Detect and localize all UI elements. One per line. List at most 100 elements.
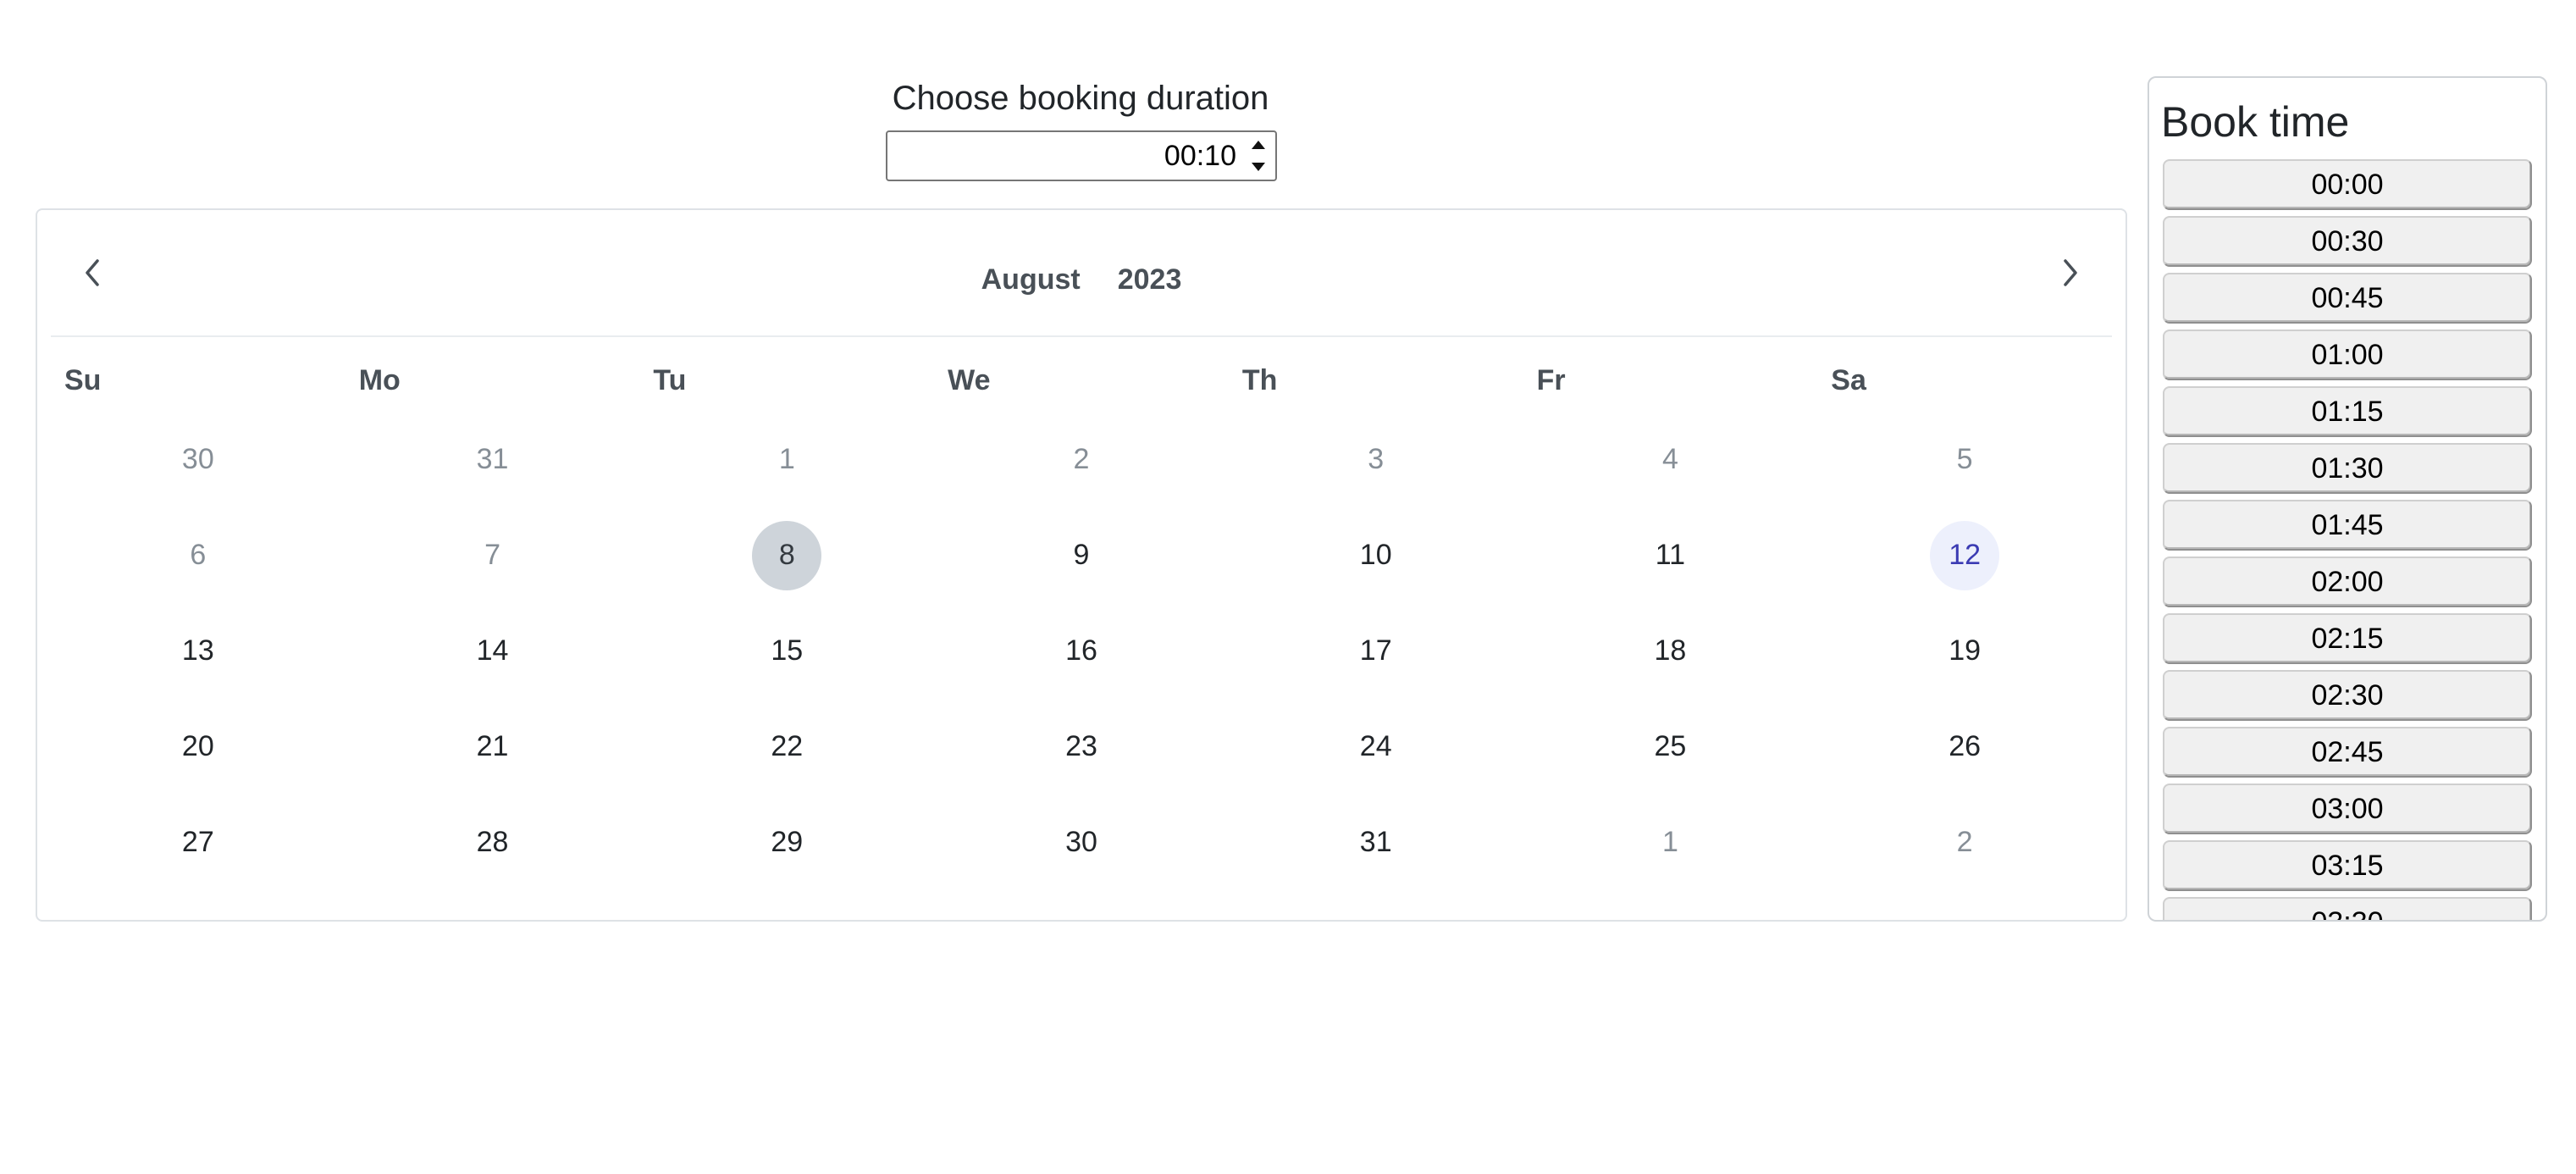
calendar-day-number: 30 (1065, 826, 1097, 858)
time-slot-button[interactable]: 03:15 (2163, 840, 2532, 891)
time-slot-button[interactable]: 01:15 (2163, 386, 2532, 437)
calendar-day[interactable]: 12 (1817, 507, 2112, 603)
calendar-day-number: 12 (1930, 520, 2000, 590)
duration-spinner[interactable] (1247, 136, 1270, 176)
weekday-label: Sa (1831, 364, 1866, 396)
calendar-day-number: 7 (484, 539, 501, 571)
month-year-label: August 2023 (51, 263, 2112, 296)
calendar-day-number: 17 (1359, 634, 1392, 667)
calendar-day[interactable]: 18 (1523, 603, 1818, 699)
calendar-day-number: 1 (778, 443, 795, 475)
calendar-day[interactable]: 22 (639, 699, 934, 795)
calendar-day-number: 16 (1065, 634, 1097, 667)
duration-input[interactable] (887, 132, 1243, 180)
calendar-day[interactable]: 7 (345, 507, 640, 603)
calendar-day[interactable]: 20 (51, 699, 345, 795)
calendar-day[interactable]: 13 (51, 603, 345, 699)
calendar-day-number: 30 (181, 443, 214, 475)
time-slot-button[interactable]: 03:00 (2163, 784, 2532, 834)
calendar-day-number: 4 (1661, 443, 1678, 475)
calendar-day[interactable]: 28 (345, 795, 640, 890)
time-slot-button[interactable]: 02:45 (2163, 727, 2532, 778)
calendar-day-number: 5 (1956, 443, 1973, 475)
calendar-day-number: 2 (1956, 826, 1973, 858)
calendar-day-number: 14 (476, 634, 509, 667)
calendar-day-number: 13 (181, 634, 214, 667)
calendar-day-number: 1 (1661, 826, 1678, 858)
calendar-day[interactable]: 17 (1229, 603, 1523, 699)
calendar-day-number: 15 (771, 634, 804, 667)
calendar-day[interactable]: 8 (639, 507, 934, 603)
time-slot-button[interactable]: 03:30 (2163, 897, 2532, 920)
time-slot-list[interactable]: 00:00 00:30 00:45 01:00 01:15 01:30 01:45 02:00… (2163, 159, 2532, 920)
calendar-day-number: 25 (1654, 730, 1687, 762)
duration-section: Choose booking duration (886, 75, 1275, 122)
chevron-right-icon (2064, 259, 2077, 286)
calendar-day[interactable]: 4 (1523, 412, 1818, 507)
calendar-day-number: 18 (1654, 634, 1687, 667)
weekday-label: Tu (653, 364, 687, 396)
calendar-day[interactable]: 9 (934, 507, 1229, 603)
days-grid: 30 31 1 2 3 4 5 6 7 8 9 10 11 12 13 14 15 16 17 18 19 20 21 22 2… (51, 412, 2112, 890)
time-slot-button[interactable]: 00:45 (2163, 273, 2532, 324)
month-label[interactable]: August (981, 263, 1081, 296)
spinner-up-button[interactable] (1247, 136, 1270, 154)
book-time-title: Book time (2161, 98, 2350, 146)
weekday-label: Th (1241, 364, 1278, 396)
spinner-down-button[interactable] (1247, 158, 1270, 176)
calendar-day-number: 23 (1065, 730, 1097, 762)
time-slot-button[interactable]: 00:30 (2163, 216, 2532, 267)
calendar-day-number: 2 (1073, 443, 1090, 475)
calendar-day-number: 24 (1359, 730, 1392, 762)
calendar-day[interactable]: 19 (1817, 603, 2112, 699)
weekday-label: Fr (1536, 364, 1566, 396)
time-slot-button[interactable]: 01:00 (2163, 329, 2532, 380)
calendar-day-number: 26 (1949, 730, 1982, 762)
calendar-day[interactable]: 5 (1817, 412, 2112, 507)
time-slot-button[interactable]: 01:30 (2163, 443, 2532, 494)
calendar-day-number: 21 (476, 730, 509, 762)
calendar-day-number: 28 (476, 826, 509, 858)
calendar-day[interactable]: 26 (1817, 699, 2112, 795)
calendar-day-number: 31 (476, 443, 509, 475)
time-slot-button[interactable]: 02:00 (2163, 557, 2532, 607)
calendar-day[interactable]: 30 (51, 412, 345, 507)
calendar-day[interactable]: 23 (934, 699, 1229, 795)
calendar-day-number: 8 (752, 520, 822, 590)
calendar-day-number: 3 (1368, 443, 1385, 475)
calendar-day[interactable]: 16 (934, 603, 1229, 699)
calendar-day[interactable]: 31 (345, 412, 640, 507)
book-time-panel[interactable]: Book time 00:00 00:30 00:45 01:00 01:15 01:30… (2148, 76, 2547, 922)
time-slot-button[interactable]: 02:15 (2163, 613, 2532, 664)
calendar-day[interactable]: 31 (1229, 795, 1523, 890)
calendar-day[interactable]: 2 (934, 412, 1229, 507)
calendar-day-number: 27 (181, 826, 214, 858)
duration-field[interactable] (886, 130, 1277, 181)
time-slot-button[interactable]: 00:00 (2163, 159, 2532, 210)
calendar-day[interactable]: 11 (1523, 507, 1818, 603)
caret-up-icon (1252, 141, 1265, 149)
time-slot-button[interactable]: 01:45 (2163, 500, 2532, 551)
calendar-day[interactable]: 10 (1229, 507, 1523, 603)
calendar-day-number: 22 (771, 730, 804, 762)
weekday-label: Su (64, 364, 102, 396)
calendar-day[interactable]: 24 (1229, 699, 1523, 795)
year-label[interactable]: 2023 (1118, 263, 1182, 296)
calendar-day[interactable]: 1 (639, 412, 934, 507)
calendar-day[interactable]: 1 (1523, 795, 1818, 890)
calendar-day[interactable]: 3 (1229, 412, 1523, 507)
calendar-day[interactable]: 27 (51, 795, 345, 890)
calendar-day-number: 6 (190, 539, 207, 571)
time-slot-button[interactable]: 02:30 (2163, 670, 2532, 721)
calendar-day[interactable]: 21 (345, 699, 640, 795)
calendar-day-number: 10 (1359, 539, 1392, 571)
calendar-day[interactable]: 6 (51, 507, 345, 603)
next-month-button[interactable] (2044, 247, 2095, 298)
calendar-day[interactable]: 25 (1523, 699, 1818, 795)
calendar-day-number: 11 (1655, 539, 1686, 571)
calendar-day[interactable]: 2 (1817, 795, 2112, 890)
calendar-day[interactable]: 14 (345, 603, 640, 699)
calendar-day[interactable]: 30 (934, 795, 1229, 890)
calendar-day[interactable]: 29 (639, 795, 934, 890)
calendar-day[interactable]: 15 (639, 603, 934, 699)
